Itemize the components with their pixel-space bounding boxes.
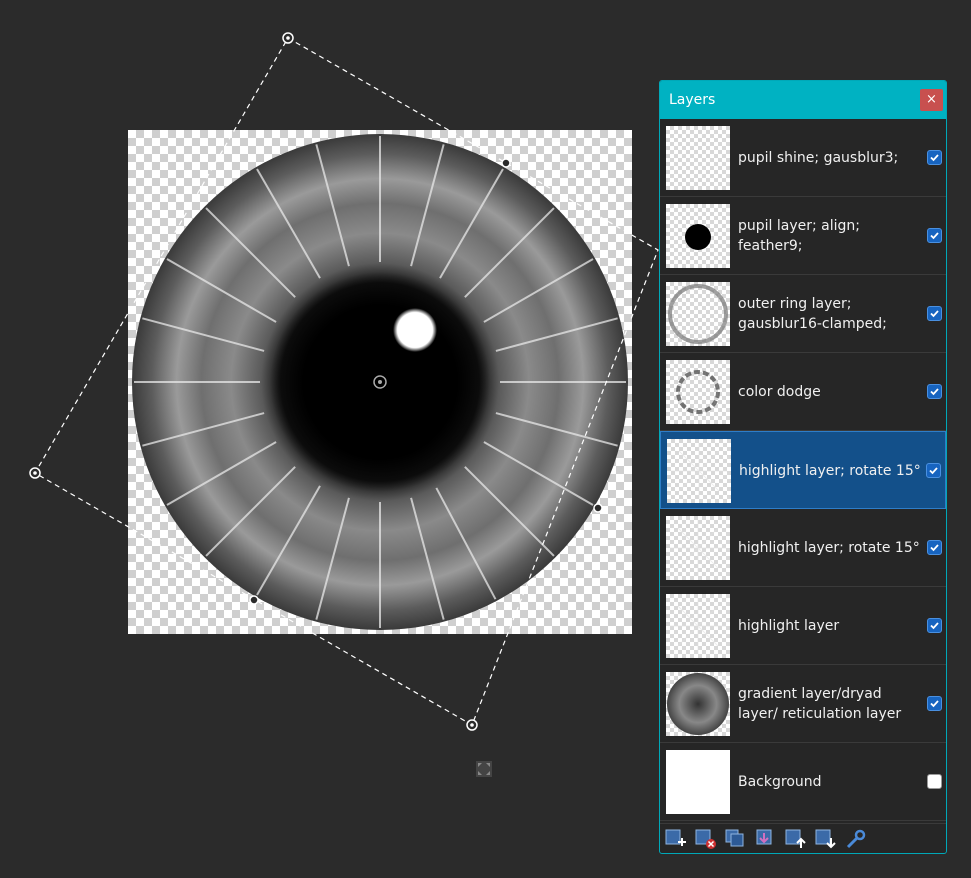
add-layer-icon[interactable] bbox=[664, 828, 688, 850]
edge-handle-bottom-right[interactable] bbox=[593, 503, 603, 513]
layer-thumbnail bbox=[666, 672, 730, 736]
layer-row[interactable]: pupil layer; align; feather9; bbox=[660, 197, 946, 275]
corner-handle-right[interactable] bbox=[466, 719, 478, 731]
layer-row[interactable]: highlight layer; rotate 15° bbox=[660, 509, 946, 587]
layer-name: Background bbox=[738, 774, 822, 790]
layer-row[interactable]: Background bbox=[660, 743, 946, 821]
layer-name: color dodge bbox=[738, 384, 821, 400]
layer-name: pupil layer; align; feather9; bbox=[738, 218, 861, 254]
merge-layer-down-icon[interactable] bbox=[754, 828, 778, 850]
move-layer-up-icon[interactable] bbox=[784, 828, 808, 850]
layer-thumbnail bbox=[666, 516, 730, 580]
layer-name: outer ring layer; gausblur16-clamped; bbox=[738, 296, 887, 332]
layers-panel-header[interactable]: Layers × bbox=[660, 81, 946, 119]
edge-handle-bottom-left[interactable] bbox=[249, 595, 259, 605]
layer-name: gradient layer/dryad layer/ reticulation… bbox=[738, 686, 902, 722]
layer-thumbnail bbox=[666, 282, 730, 346]
layer-row[interactable]: pupil shine; gausblur3; bbox=[660, 119, 946, 197]
layer-list: pupil shine; gausblur3; pupil layer; ali… bbox=[660, 119, 946, 821]
layer-visibility-checkbox[interactable] bbox=[927, 150, 942, 165]
duplicate-layer-icon[interactable] bbox=[724, 828, 748, 850]
layer-visibility-checkbox[interactable] bbox=[926, 463, 941, 478]
close-button[interactable]: × bbox=[920, 89, 943, 111]
move-handle-icon[interactable] bbox=[476, 761, 492, 777]
edge-handle-top-right[interactable] bbox=[501, 158, 511, 168]
layer-thumbnail bbox=[667, 439, 731, 503]
layer-name: highlight layer bbox=[738, 618, 840, 634]
layer-row[interactable]: highlight layer; rotate 15° bbox=[660, 431, 946, 509]
layer-row[interactable]: outer ring layer; gausblur16-clamped; bbox=[660, 275, 946, 353]
delete-layer-icon[interactable] bbox=[694, 828, 718, 850]
layer-visibility-checkbox[interactable] bbox=[927, 540, 942, 555]
layer-visibility-checkbox[interactable] bbox=[927, 306, 942, 321]
layers-panel-title: Layers bbox=[669, 92, 716, 108]
corner-handle-left[interactable] bbox=[29, 467, 41, 479]
layer-name: highlight layer; rotate 15° bbox=[738, 540, 920, 556]
layer-thumbnail bbox=[666, 594, 730, 658]
layer-visibility-checkbox[interactable] bbox=[927, 618, 942, 633]
layer-thumbnail bbox=[666, 750, 730, 814]
layer-row[interactable]: highlight layer bbox=[660, 587, 946, 665]
layers-panel: Layers × pupil shine; gausblur3; pupil l… bbox=[659, 80, 947, 854]
layer-properties-icon[interactable] bbox=[844, 828, 868, 850]
layer-thumbnail bbox=[666, 126, 730, 190]
corner-handle-top[interactable] bbox=[282, 32, 294, 44]
layer-visibility-checkbox[interactable] bbox=[927, 696, 942, 711]
layer-visibility-checkbox[interactable] bbox=[927, 774, 942, 789]
move-layer-down-icon[interactable] bbox=[814, 828, 838, 850]
layer-row[interactable]: gradient layer/dryad layer/ reticulation… bbox=[660, 665, 946, 743]
layer-visibility-checkbox[interactable] bbox=[927, 228, 942, 243]
layer-thumbnail bbox=[666, 360, 730, 424]
layer-row[interactable]: color dodge bbox=[660, 353, 946, 431]
layer-name: highlight layer; rotate 15° bbox=[739, 463, 921, 479]
layer-thumbnail bbox=[666, 204, 730, 268]
layer-name: pupil shine; gausblur3; bbox=[738, 150, 899, 166]
layer-visibility-checkbox[interactable] bbox=[927, 384, 942, 399]
layers-toolbar bbox=[660, 823, 946, 853]
